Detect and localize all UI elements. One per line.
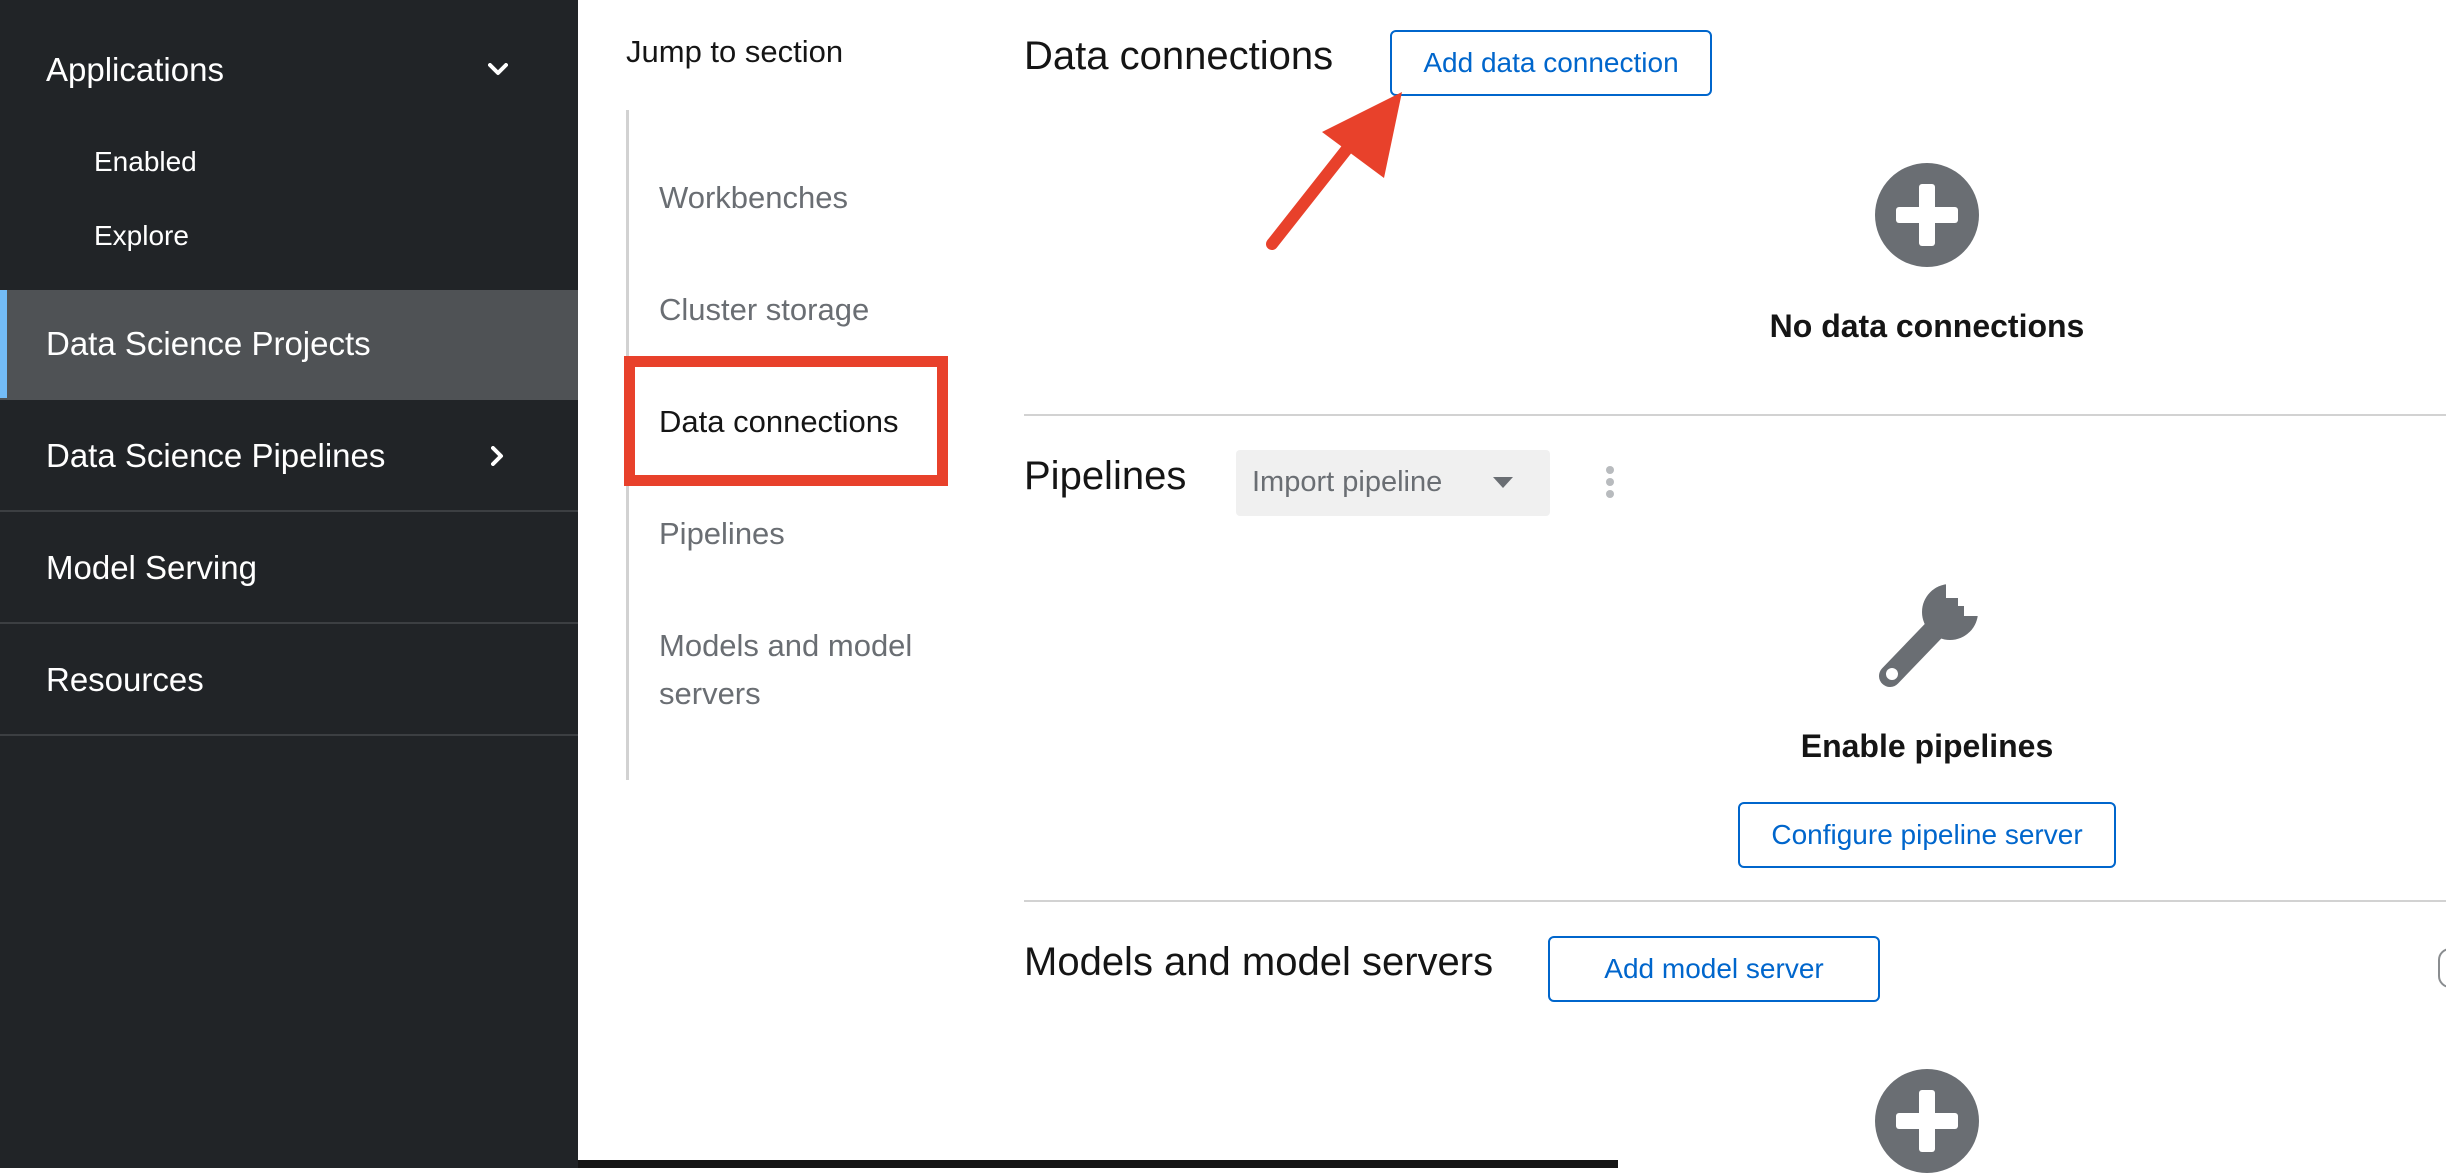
info-icon: [2438, 948, 2446, 988]
plus-circle-icon: [1874, 162, 1980, 268]
sidebar-item-enabled[interactable]: Enabled: [0, 130, 578, 194]
chevron-right-icon: [484, 442, 512, 470]
sidebar-item-label: Data Science Pipelines: [46, 437, 386, 474]
pipelines-title: Pipelines: [1024, 454, 1187, 498]
chevron-down-icon: [484, 56, 512, 84]
sidebar-item-explore[interactable]: Explore: [0, 204, 578, 268]
sidebar-item-label: Data Science Projects: [46, 325, 371, 362]
jump-link-models-and-model-servers[interactable]: Models and model servers: [659, 622, 949, 718]
kebab-menu-icon[interactable]: [1598, 462, 1622, 502]
section-divider: [1024, 900, 2446, 902]
sidebar-item-data-science-projects[interactable]: Data Science Projects: [0, 290, 578, 400]
import-pipeline-dropdown[interactable]: Import pipeline: [1236, 450, 1550, 516]
sidebar-item-label: Model Serving: [46, 549, 257, 586]
sidebar-item-label: Enabled: [94, 146, 197, 177]
sidebar-group-applications[interactable]: Applications: [0, 28, 578, 112]
add-data-connection-button[interactable]: Add data connection: [1390, 30, 1712, 96]
section-divider: [1024, 414, 2446, 416]
sidebar-item-model-serving[interactable]: Model Serving: [0, 514, 578, 624]
plus-circle-icon: [1874, 1068, 1980, 1174]
sidebar-item-data-science-pipelines[interactable]: Data Science Pipelines: [0, 402, 578, 512]
add-model-server-button[interactable]: Add model server: [1548, 936, 1880, 1002]
configure-pipeline-server-button[interactable]: Configure pipeline server: [1738, 802, 2116, 868]
models-and-model-servers-title: Models and model servers: [1024, 940, 1494, 984]
bottom-bar: [578, 1160, 1618, 1168]
jump-link-pipelines[interactable]: Pipelines: [659, 510, 785, 558]
no-data-connections-title: No data connections: [1769, 308, 2085, 344]
enable-pipelines-title: Enable pipelines: [1800, 728, 2054, 764]
jump-to-section-title: Jump to section: [626, 34, 844, 69]
sidebar-item-label: Resources: [46, 661, 204, 698]
jump-link-cluster-storage[interactable]: Cluster storage: [659, 286, 869, 334]
caret-down-icon: [1492, 476, 1514, 495]
sidebar-item-label: Explore: [94, 220, 189, 251]
import-pipeline-label: Import pipeline: [1252, 466, 1443, 498]
annotation-highlight-box: [624, 356, 948, 486]
annotation-arrow-icon: [1266, 92, 1402, 250]
sidebar: Applications Enabled Explore Data Scienc…: [0, 0, 578, 1168]
wrench-icon: [1868, 576, 1986, 694]
jump-link-workbenches[interactable]: Workbenches: [659, 174, 848, 222]
sidebar-group-label: Applications: [46, 51, 224, 88]
sidebar-item-resources[interactable]: Resources: [0, 626, 578, 736]
